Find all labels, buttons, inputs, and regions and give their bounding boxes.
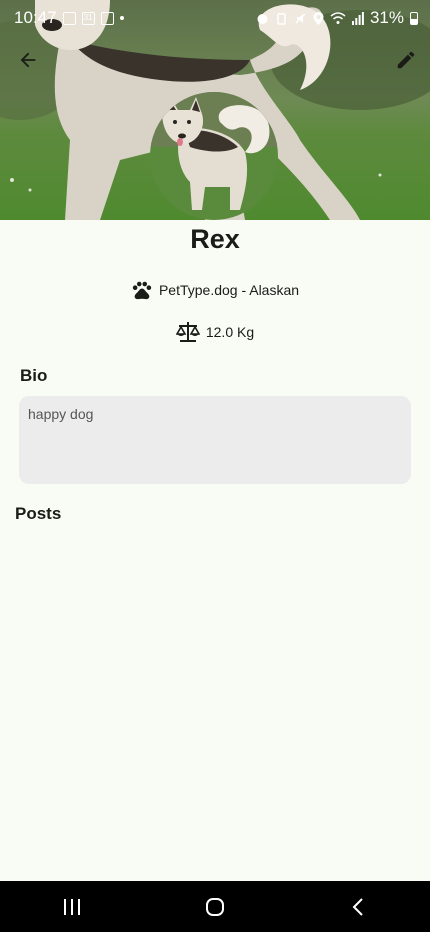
bio-text: happy dog (28, 406, 94, 422)
pet-name: Rex (190, 224, 240, 254)
pencil-icon (397, 51, 415, 69)
avatar (150, 92, 278, 220)
arrow-back-icon (20, 52, 36, 68)
app-bar (0, 40, 430, 80)
mute-icon (295, 12, 306, 24)
nav-back-icon (352, 897, 364, 916)
battery-percent: 31% (369, 8, 404, 27)
vibrate-icon (277, 12, 286, 25)
bio-heading: Bio (20, 366, 48, 385)
pet-type-text: PetType.dog - Alaskan (158, 282, 300, 298)
edit-button[interactable] (390, 44, 422, 76)
back-button[interactable] (12, 44, 44, 76)
status-time: 10:47 (14, 8, 57, 27)
status-bar: 10:47 31 31% (0, 0, 430, 36)
location-icon (313, 11, 324, 25)
battery-icon (410, 11, 418, 25)
recents-button[interactable] (42, 887, 102, 927)
dot-icon (119, 16, 124, 20)
home-button[interactable] (185, 887, 245, 927)
posts-heading: Posts (15, 504, 62, 523)
alarm-icon (257, 13, 268, 24)
scale-icon (175, 322, 200, 342)
wifi-icon (330, 11, 346, 24)
pet-type-row: PetType.dog - Alaskan (0, 279, 430, 301)
system-nav-bar (0, 881, 430, 932)
status-left: 10:47 31 (14, 8, 124, 28)
calendar-icon: 31 (81, 11, 95, 25)
status-right: 31% (256, 8, 418, 28)
gallery-icon (62, 11, 76, 25)
paw-icon (132, 281, 152, 300)
card-icon (100, 11, 114, 25)
signal-icon (351, 11, 364, 25)
recents-icon (63, 898, 80, 915)
pet-weight-row: 12.0 Kg (0, 321, 430, 343)
pet-weight-text: 12.0 Kg (205, 324, 255, 340)
home-icon (205, 897, 224, 916)
bio-box: happy dog (19, 396, 411, 484)
nav-back-button[interactable] (328, 887, 388, 927)
